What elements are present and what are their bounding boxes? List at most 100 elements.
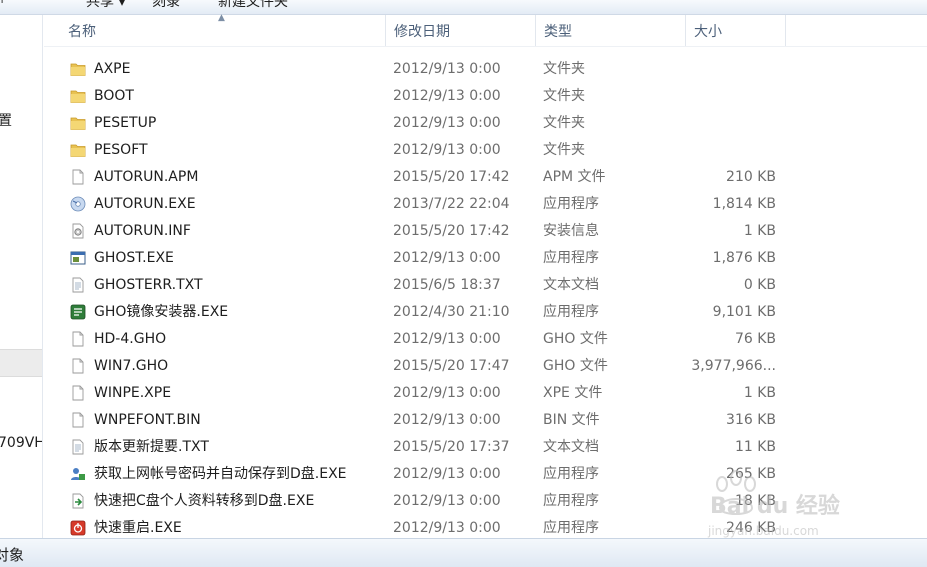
file-size: 0 KB	[743, 277, 776, 293]
toolbar-item-0[interactable]: ⊤	[0, 0, 8, 7]
column-header-type[interactable]: 类型	[536, 15, 686, 46]
file-row[interactable]: AUTORUN.INF 2015/5/20 17:42 安装信息 1 KB	[44, 218, 927, 245]
column-header-size[interactable]: 大小	[686, 15, 786, 46]
blank-file-icon	[70, 331, 86, 347]
file-size	[685, 83, 776, 110]
file-modified: 2015/5/20 17:42	[393, 223, 510, 239]
file-type: 应用程序	[543, 304, 599, 320]
file-size: 1 KB	[743, 223, 776, 239]
file-type: GHO 文件	[543, 331, 608, 347]
file-modified: 2012/9/13 0:00	[393, 385, 501, 401]
file-modified: 2012/9/13 0:00	[393, 331, 501, 347]
gear-file-icon	[70, 223, 86, 239]
text-file-icon	[70, 277, 86, 293]
file-type: 应用程序	[543, 196, 599, 212]
nav-item-settings[interactable]: 置	[0, 110, 12, 130]
file-name: AUTORUN.INF	[94, 223, 191, 239]
toolbar-share-button[interactable]: 共享 ▾	[86, 0, 125, 11]
file-row[interactable]: AUTORUN.EXE 2013/7/22 22:04 应用程序 1,814 KB	[44, 191, 927, 218]
file-name: WNPEFONT.BIN	[94, 412, 201, 428]
file-type: 文本文档	[543, 277, 599, 293]
folder-icon	[70, 88, 86, 104]
toolbar-burn-button[interactable]: 刻录	[152, 0, 180, 11]
file-modified: 2012/9/13 0:00	[393, 115, 501, 131]
window-app-icon	[70, 250, 86, 266]
file-row[interactable]: PESOFT 2012/9/13 0:00 文件夹	[44, 137, 927, 164]
file-modified: 2015/5/20 17:47	[393, 358, 510, 374]
file-type: 文件夹	[543, 115, 585, 131]
file-row[interactable]: HD-4.GHO 2012/9/13 0:00 GHO 文件 76 KB	[44, 326, 927, 353]
file-type: 文本文档	[543, 439, 599, 455]
file-modified: 2012/9/13 0:00	[393, 142, 501, 158]
file-name: GHO镜像安装器.EXE	[94, 304, 229, 320]
file-type: 应用程序	[543, 466, 599, 482]
file-name: WIN7.GHO	[94, 358, 169, 374]
file-row[interactable]: GHOSTERR.TXT 2015/6/5 18:37 文本文档 0 KB	[44, 272, 927, 299]
file-row[interactable]: BOOT 2012/9/13 0:00 文件夹	[44, 83, 927, 110]
file-row[interactable]: GHOST.EXE 2012/9/13 0:00 应用程序 1,876 KB	[44, 245, 927, 272]
file-list: AXPE 2012/9/13 0:00 文件夹 BOOT 2012/9/13 0:00 文…	[44, 56, 927, 538]
navigation-pane: 置 709VH	[0, 15, 43, 538]
toolbar: ⊤ 共享 ▾ 刻录 新建文件夹	[0, 0, 927, 15]
blank-file-icon	[70, 358, 86, 374]
file-type: 应用程序	[543, 520, 599, 536]
file-name: HD-4.GHO	[94, 331, 167, 347]
file-row[interactable]: 版本更新提要.TXT 2015/5/20 17:37 文本文档 11 KB	[44, 434, 927, 461]
file-size: 1 KB	[743, 385, 776, 401]
column-header: ▲ 名称 修改日期 类型 大小	[44, 13, 927, 47]
file-type: 文件夹	[543, 61, 585, 77]
file-type: 文件夹	[543, 142, 585, 158]
file-size: 1,814 KB	[712, 196, 776, 212]
file-size: 9,101 KB	[712, 304, 776, 320]
file-name: 快速把C盘个人资料转移到D盘.EXE	[94, 493, 315, 509]
network-app-icon	[70, 466, 86, 482]
file-modified: 2012/9/13 0:00	[393, 466, 501, 482]
file-row[interactable]: WIN7.GHO 2015/5/20 17:47 GHO 文件 3,977,966..…	[44, 353, 927, 380]
file-name: 版本更新提要.TXT	[94, 439, 209, 455]
column-header-modified[interactable]: 修改日期	[386, 15, 536, 46]
transfer-app-icon	[70, 493, 86, 509]
file-name: PESOFT	[94, 142, 148, 158]
file-size	[685, 110, 776, 137]
text-file-icon	[70, 439, 86, 455]
file-name: BOOT	[94, 88, 134, 104]
file-type: 文件夹	[543, 88, 585, 104]
file-name: GHOST.EXE	[94, 250, 174, 266]
file-row[interactable]: GHO镜像安装器.EXE 2012/4/30 21:10 应用程序 9,101 KB	[44, 299, 927, 326]
file-size: 316 KB	[726, 412, 776, 428]
file-row[interactable]: AXPE 2012/9/13 0:00 文件夹	[44, 56, 927, 83]
file-modified: 2013/7/22 22:04	[393, 196, 510, 212]
file-size: 11 KB	[734, 439, 776, 455]
file-row[interactable]: WINPE.XPE 2012/9/13 0:00 XPE 文件 1 KB	[44, 380, 927, 407]
installer-app-icon	[70, 304, 86, 320]
file-row[interactable]: AUTORUN.APM 2015/5/20 17:42 APM 文件 210 KB	[44, 164, 927, 191]
toolbar-new-folder-button[interactable]: 新建文件夹	[218, 0, 288, 11]
file-type: XPE 文件	[543, 385, 603, 401]
file-name: WINPE.XPE	[94, 385, 172, 401]
file-row[interactable]: PESETUP 2012/9/13 0:00 文件夹	[44, 110, 927, 137]
file-type: 应用程序	[543, 250, 599, 266]
file-type: 安装信息	[543, 223, 599, 239]
file-name: AUTORUN.EXE	[94, 196, 196, 212]
watermark-brand: Bai du 经验	[710, 494, 840, 519]
status-text: 对象	[0, 546, 25, 564]
restart-app-icon	[70, 520, 86, 536]
file-name: AXPE	[94, 61, 131, 77]
file-name: GHOSTERR.TXT	[94, 277, 203, 293]
file-modified: 2012/4/30 21:10	[393, 304, 510, 320]
watermark: Bai du 经验 jingyan.baidu.com	[706, 470, 906, 540]
file-type: GHO 文件	[543, 358, 608, 374]
file-size: 210 KB	[726, 169, 776, 185]
nav-item-drive[interactable]: 709VH	[0, 435, 42, 451]
file-modified: 2015/5/20 17:37	[393, 439, 510, 455]
folder-icon	[70, 61, 86, 77]
blank-file-icon	[70, 412, 86, 428]
file-modified: 2012/9/13 0:00	[393, 88, 501, 104]
file-row[interactable]: WNPEFONT.BIN 2012/9/13 0:00 BIN 文件 316 KB	[44, 407, 927, 434]
watermark-url: jingyan.baidu.com	[708, 524, 819, 538]
column-header-name[interactable]: 名称	[60, 15, 386, 46]
file-modified: 2015/5/20 17:42	[393, 169, 510, 185]
file-type: 应用程序	[543, 493, 599, 509]
file-modified: 2012/9/13 0:00	[393, 412, 501, 428]
blank-file-icon	[70, 169, 86, 185]
